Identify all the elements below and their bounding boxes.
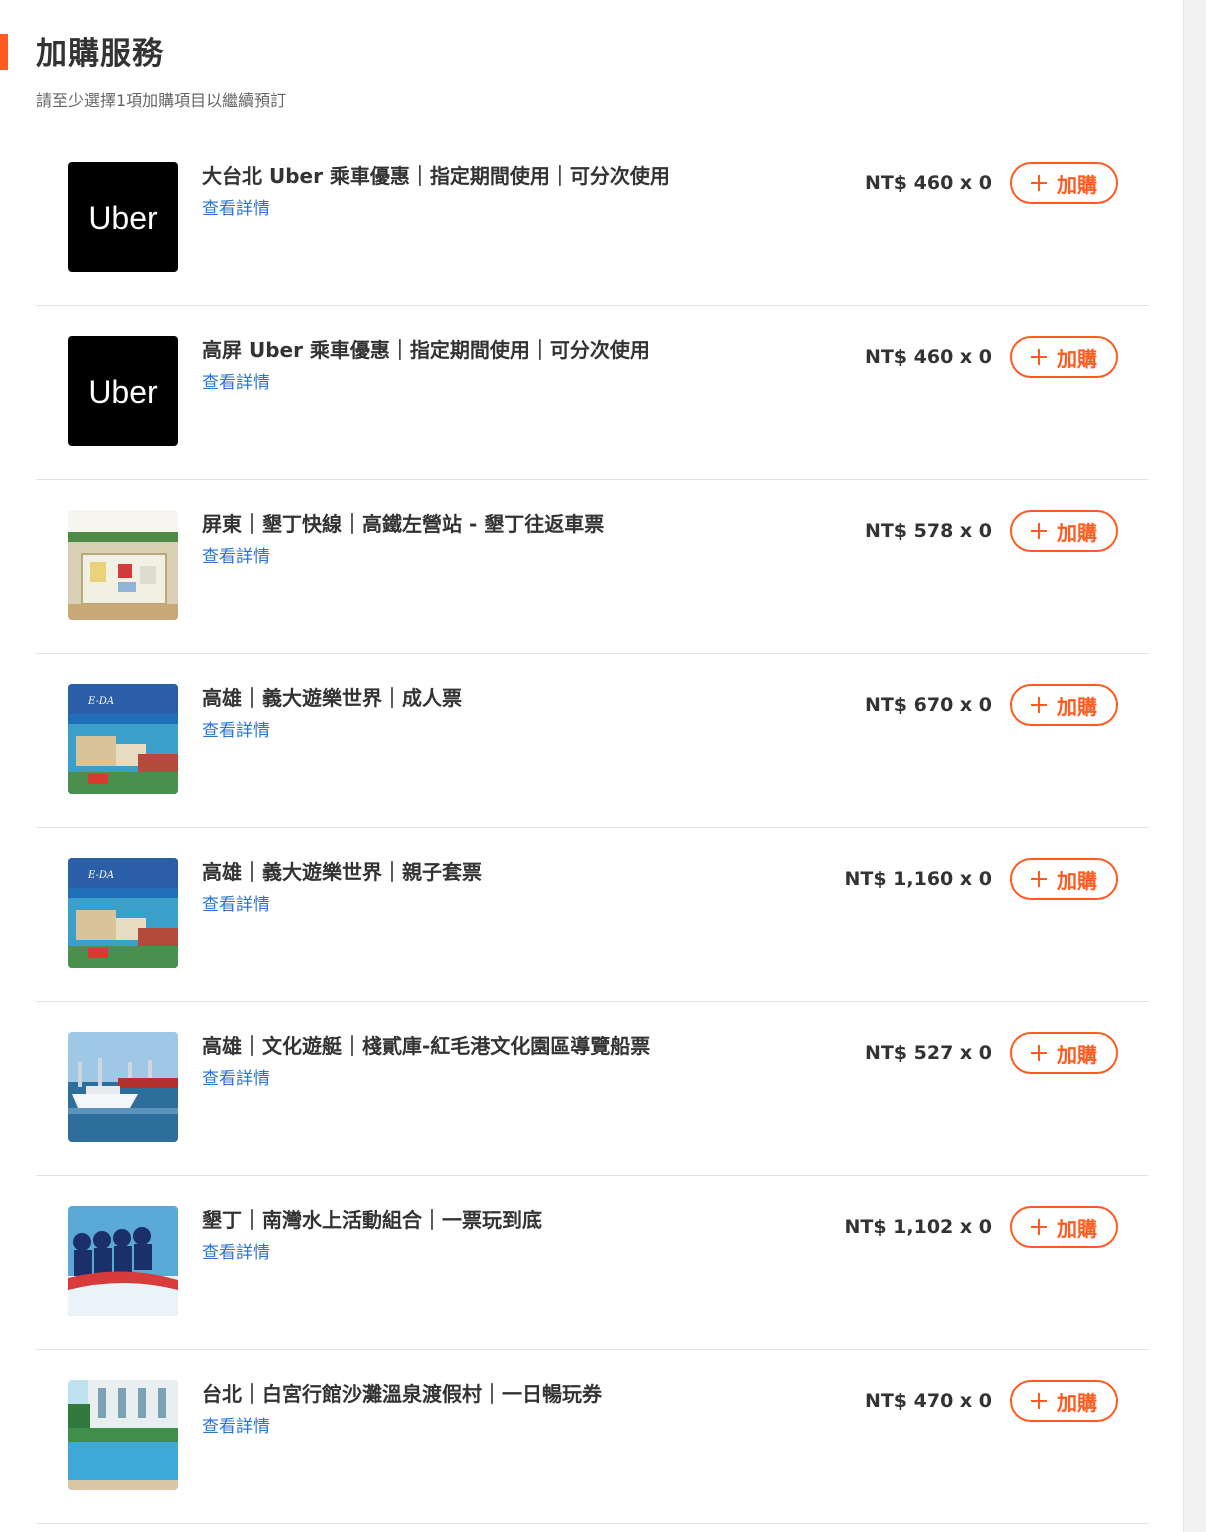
page: 加購服務 請至少選擇1項加購項目以繼續預訂 Uber 大台北 Uber 乘車優惠｜…: [0, 0, 1206, 1532]
plus-icon: [1031, 1219, 1047, 1235]
plus-icon: [1031, 523, 1047, 539]
svg-text:E-DA: E-DA: [87, 696, 114, 707]
addon-price: NT$ 470 x 0: [864, 1390, 992, 1412]
section-accent-bar: [0, 34, 8, 70]
plus-icon: [1031, 175, 1047, 191]
addon-item: 台北｜白宮行館沙灘溫泉渡假村｜一日暢玩券 查看詳情 NT$ 470 x 0 加購: [36, 1350, 1149, 1524]
addon-item: Uber 大台北 Uber 乘車優惠｜指定期間使用｜可分次使用 查看詳情 NT$ 46…: [36, 132, 1149, 306]
addon-services-panel: 加購服務 請至少選擇1項加購項目以繼續預訂 Uber 大台北 Uber 乘車優惠｜…: [0, 0, 1183, 1532]
addon-price: NT$ 460 x 0: [864, 172, 992, 194]
addon-thumbnail[interactable]: [68, 1032, 178, 1142]
addon-item: E-DA 高雄｜義大遊樂世界｜親子套票 查看詳情 NT$ 1,160 x 0 加購: [36, 828, 1149, 1002]
add-purchase-label: 加購: [1057, 1216, 1097, 1241]
addon-title: 屏東｜墾丁快線｜高鐵左營站 - 墾丁往返車票: [202, 512, 605, 536]
add-purchase-button[interactable]: 加購: [1010, 684, 1118, 726]
add-purchase-label: 加購: [1057, 694, 1097, 719]
add-purchase-button[interactable]: 加購: [1010, 510, 1118, 552]
addon-thumbnail[interactable]: E-DA: [68, 684, 178, 794]
uber-logo-text: Uber: [88, 200, 158, 236]
view-details-link[interactable]: 查看詳情: [202, 542, 270, 567]
plus-icon: [1031, 697, 1047, 713]
addon-item: 高雄｜文化遊艇｜棧貳庫-紅毛港文化園區導覽船票 查看詳情 NT$ 527 x 0 加購: [36, 1002, 1149, 1176]
addon-price: NT$ 1,160 x 0: [844, 868, 992, 890]
add-purchase-button[interactable]: 加購: [1010, 1032, 1118, 1074]
addon-thumbnail[interactable]: [68, 510, 178, 620]
view-details-link[interactable]: 查看詳情: [202, 368, 270, 393]
view-details-link[interactable]: 查看詳情: [202, 1064, 270, 1089]
addon-thumbnail[interactable]: [68, 1206, 178, 1316]
plus-icon: [1031, 1393, 1047, 1409]
addon-item: 墾丁｜南灣水上活動組合｜一票玩到底 查看詳情 NT$ 1,102 x 0 加購: [36, 1176, 1149, 1350]
addon-price: NT$ 527 x 0: [864, 1042, 992, 1064]
addon-title: 墾丁｜南灣水上活動組合｜一票玩到底: [202, 1208, 542, 1232]
addon-title: 台北｜白宮行館沙灘溫泉渡假村｜一日暢玩券: [202, 1382, 602, 1406]
section-subtitle: 請至少選擇1項加購項目以繼續預訂: [36, 91, 287, 110]
scrollbar-track[interactable]: [1183, 0, 1206, 1532]
add-purchase-label: 加購: [1057, 520, 1097, 545]
plus-icon: [1031, 1045, 1047, 1061]
add-purchase-button[interactable]: 加購: [1010, 1380, 1118, 1422]
section-title: 加購服務: [36, 36, 164, 72]
addon-item: 屏東｜墾丁快線｜高鐵左營站 - 墾丁往返車票 查看詳情 NT$ 578 x 0 加購: [36, 480, 1149, 654]
view-details-link[interactable]: 查看詳情: [202, 716, 270, 741]
add-purchase-label: 加購: [1057, 1390, 1097, 1415]
add-purchase-button[interactable]: 加購: [1010, 1206, 1118, 1248]
plus-icon: [1031, 871, 1047, 887]
view-details-link[interactable]: 查看詳情: [202, 890, 270, 915]
view-details-link[interactable]: 查看詳情: [202, 1412, 270, 1437]
addon-title: 大台北 Uber 乘車優惠｜指定期間使用｜可分次使用: [202, 164, 670, 188]
addon-price: NT$ 670 x 0: [864, 694, 992, 716]
addon-title: 高雄｜文化遊艇｜棧貳庫-紅毛港文化園區導覽船票: [202, 1034, 651, 1058]
addon-item: Uber 高屏 Uber 乘車優惠｜指定期間使用｜可分次使用 查看詳情 NT$ 460…: [36, 306, 1149, 480]
add-purchase-label: 加購: [1057, 1042, 1097, 1067]
svg-text:E-DA: E-DA: [87, 870, 114, 881]
addon-title: 高屏 Uber 乘車優惠｜指定期間使用｜可分次使用: [202, 338, 650, 362]
addon-price: NT$ 1,102 x 0: [844, 1216, 992, 1238]
addon-price: NT$ 460 x 0: [864, 346, 992, 368]
addon-title: 高雄｜義大遊樂世界｜親子套票: [202, 860, 482, 884]
add-purchase-button[interactable]: 加購: [1010, 336, 1118, 378]
uber-logo-text: Uber: [88, 374, 158, 410]
plus-icon: [1031, 349, 1047, 365]
view-details-link[interactable]: 查看詳情: [202, 194, 270, 219]
addon-title: 高雄｜義大遊樂世界｜成人票: [202, 686, 462, 710]
add-purchase-label: 加購: [1057, 172, 1097, 197]
addon-thumbnail[interactable]: Uber: [68, 336, 178, 446]
view-details-link[interactable]: 查看詳情: [202, 1238, 270, 1263]
addon-thumbnail[interactable]: Uber: [68, 162, 178, 272]
add-purchase-button[interactable]: 加購: [1010, 858, 1118, 900]
add-purchase-label: 加購: [1057, 868, 1097, 893]
addon-thumbnail[interactable]: [68, 1380, 178, 1490]
addon-list: Uber 大台北 Uber 乘車優惠｜指定期間使用｜可分次使用 查看詳情 NT$ 46…: [36, 132, 1149, 1524]
add-purchase-label: 加購: [1057, 346, 1097, 371]
addon-item: E-DA 高雄｜義大遊樂世界｜成人票 查看詳情 NT$ 670 x 0 加購: [36, 654, 1149, 828]
addon-price: NT$ 578 x 0: [864, 520, 992, 542]
add-purchase-button[interactable]: 加購: [1010, 162, 1118, 204]
addon-thumbnail[interactable]: E-DA: [68, 858, 178, 968]
